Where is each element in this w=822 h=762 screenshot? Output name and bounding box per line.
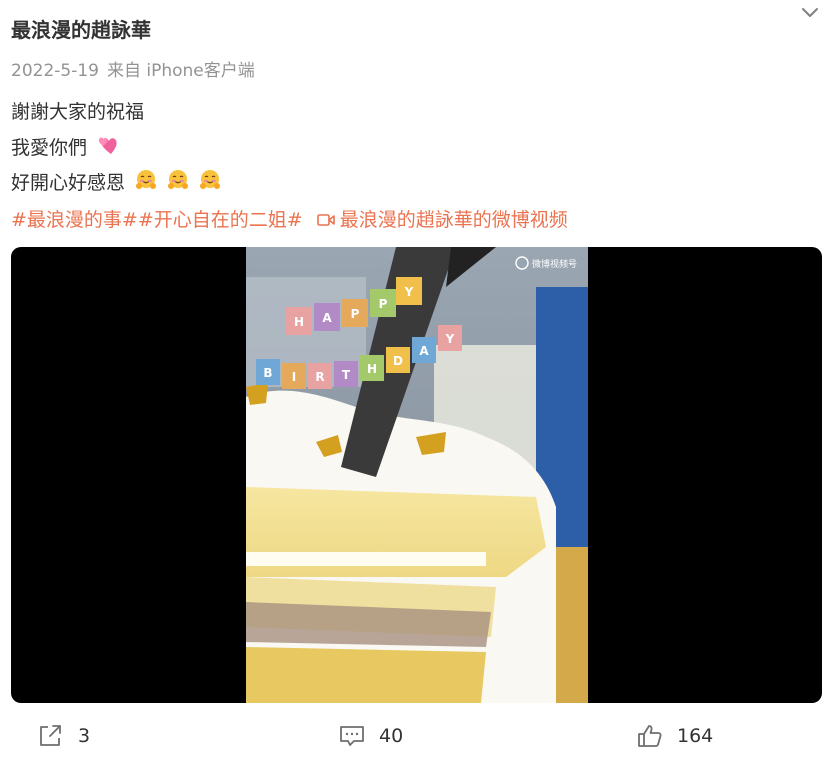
watermark-label: 微博视频号	[532, 258, 577, 270]
video-source-label: 最浪漫的趙詠華的微博视频	[339, 209, 568, 231]
video-camera-icon	[316, 214, 335, 226]
banner-letter: B	[263, 366, 272, 380]
author-name[interactable]: 最浪漫的趙詠華	[11, 14, 151, 43]
hugging-face-icon	[136, 170, 157, 189]
banner-letter: D	[393, 354, 403, 368]
hugging-face-icon	[200, 170, 221, 189]
post-text: 謝謝大家的祝福	[11, 101, 145, 123]
topic-tag-happy[interactable]: #开心自在的二姐#	[138, 209, 303, 231]
post-text-line-1: 謝謝大家的祝福	[11, 97, 144, 124]
post-text: 好開心好感恩	[11, 172, 126, 194]
video-source-link[interactable]: 最浪漫的趙詠華的微博视频	[316, 209, 568, 231]
like-button[interactable]: 164	[637, 716, 713, 756]
post-meta: 2022-5-19 来自 iPhone客户端	[11, 56, 255, 81]
two-hearts-icon	[98, 137, 117, 154]
comment-button[interactable]: 40	[339, 716, 403, 756]
share-icon	[40, 725, 61, 746]
banner-letter: Y	[404, 285, 414, 299]
comment-count: 40	[379, 725, 404, 747]
thumbs-up-icon	[638, 725, 662, 747]
banner-letter: P	[351, 307, 360, 321]
banner-letter: T	[342, 368, 351, 382]
post-date[interactable]: 2022-5-19	[11, 61, 99, 81]
share-button[interactable]: 3	[38, 716, 90, 756]
banner-letter: R	[315, 370, 324, 384]
banner-letter: A	[419, 344, 429, 358]
banner-letter: H	[367, 362, 377, 376]
weibo-post-card: 最浪漫的趙詠華 2022-5-19 来自 iPhone客户端 謝謝大家的祝福 我愛…	[0, 0, 822, 762]
banner-letter: P	[379, 297, 388, 311]
topic-tags: #最浪漫的事##开心自在的二姐# 最浪漫的趙詠華的微博视频	[11, 205, 568, 232]
banner-letter: A	[322, 311, 332, 325]
action-bar: 3 40 164	[0, 716, 822, 756]
post-source: 来自 iPhone客户端	[106, 61, 255, 81]
banner-letter: I	[292, 370, 296, 384]
like-count: 164	[677, 725, 714, 747]
chevron-down-icon[interactable]	[799, 2, 821, 24]
share-count: 3	[78, 725, 91, 747]
video-player[interactable]: H A P P Y B I R T H D A Y 微博视频号	[11, 247, 822, 703]
post-text: 我愛你們	[11, 137, 88, 159]
banner-letter: Y	[445, 332, 455, 346]
comment-icon	[340, 726, 364, 746]
hugging-face-icon	[168, 170, 189, 189]
post-text-line-2: 我愛你們	[11, 133, 119, 160]
video-thumbnail: H A P P Y B I R T H D A Y 微博视频号	[246, 247, 588, 703]
banner-letter: H	[294, 315, 304, 329]
topic-tag-romantic[interactable]: #最浪漫的事#	[11, 209, 138, 231]
post-text-line-3: 好開心好感恩	[11, 168, 221, 195]
